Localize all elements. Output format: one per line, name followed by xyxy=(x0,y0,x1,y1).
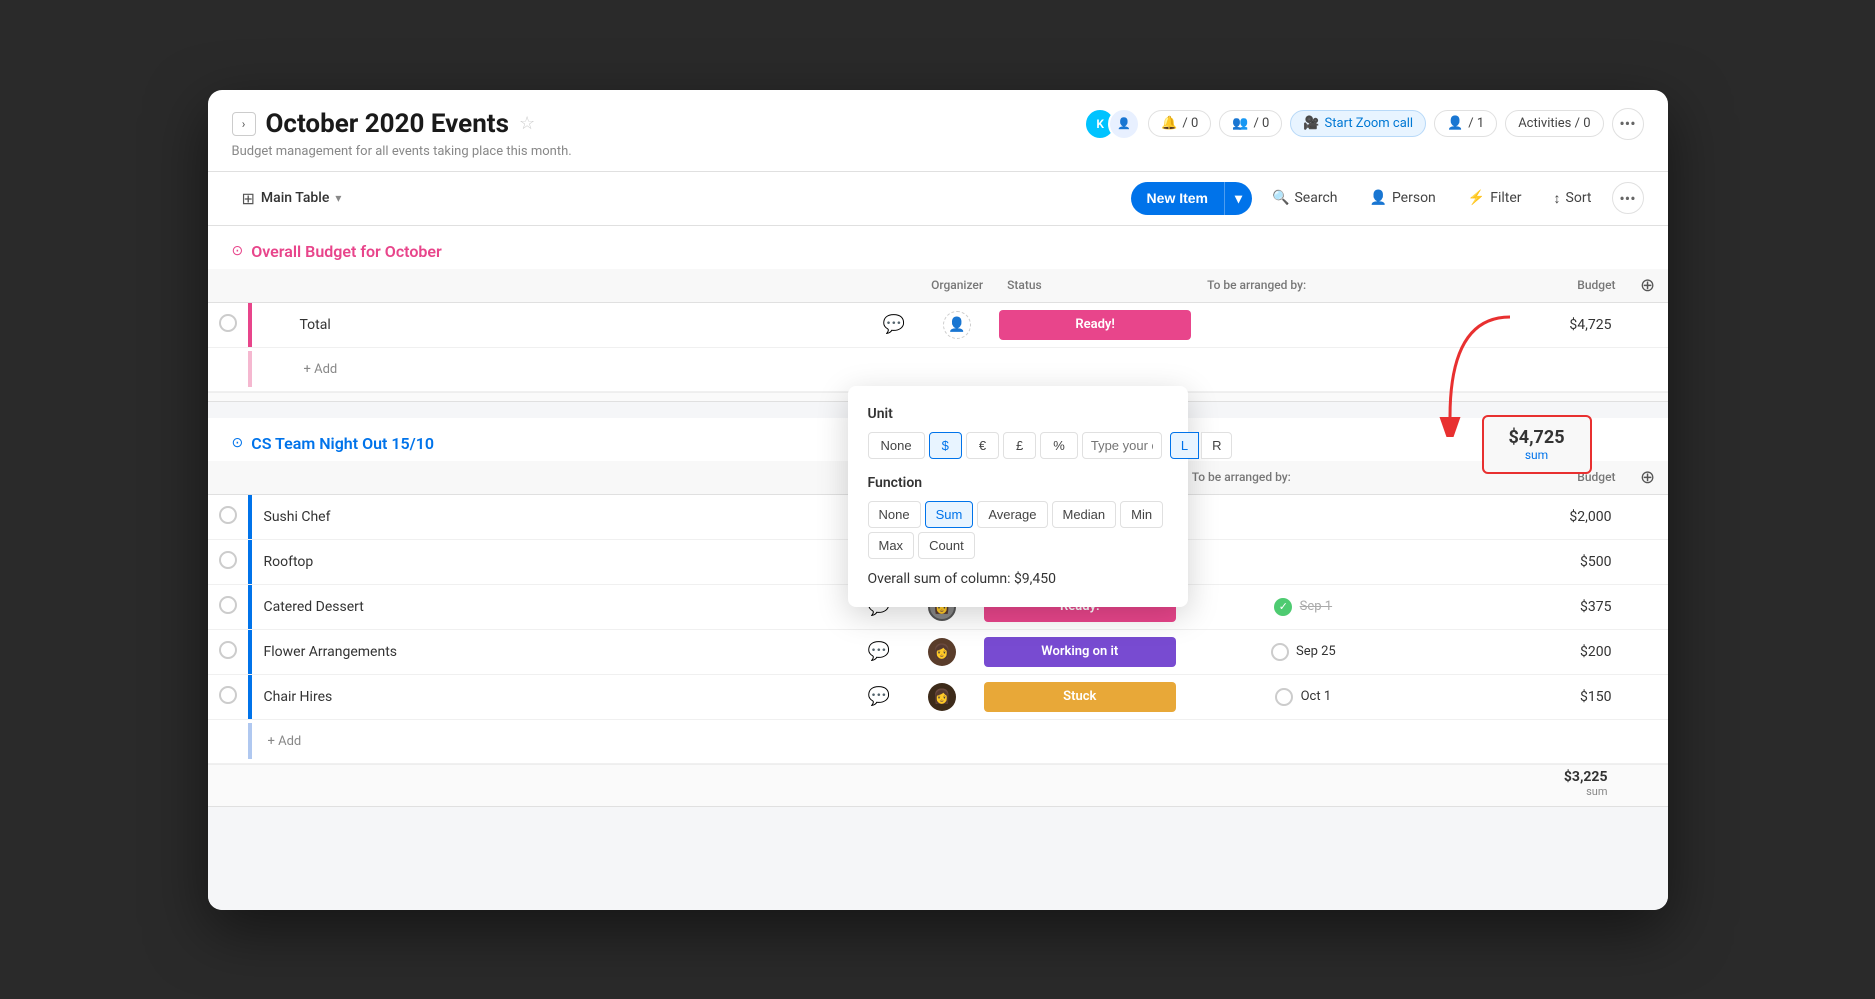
unit-dollar-btn[interactable]: $ xyxy=(929,432,962,459)
filter-icon: ⚡ xyxy=(1468,190,1485,206)
overall-sum-text: Overall sum of column: $9,450 xyxy=(868,571,1168,587)
more-dots-icon: ••• xyxy=(1619,114,1635,133)
function-title: Function xyxy=(868,475,1168,491)
person-filter-icon: 👤 xyxy=(1370,190,1387,206)
func-sum-btn[interactable]: Sum xyxy=(925,501,974,528)
unit-pound-btn[interactable]: £ xyxy=(1003,432,1036,459)
align-right-btn[interactable]: R xyxy=(1201,432,1232,459)
notifications-counter[interactable]: 🔔 / 0 xyxy=(1148,110,1211,137)
zoom-icon: 🎥 xyxy=(1303,116,1319,131)
filter-button[interactable]: ⚡ Filter xyxy=(1456,184,1534,212)
person-count-label: / 1 xyxy=(1468,116,1484,131)
users-count: / 0 xyxy=(1253,116,1269,131)
header-actions: K 👤 🔔 / 0 👥 / 0 🎥 Start Zoom call xyxy=(1084,108,1643,140)
page-title: October 2020 Events xyxy=(266,109,509,139)
new-item-chevron-icon[interactable]: ▾ xyxy=(1224,182,1252,215)
header-more-button[interactable]: ••• xyxy=(1612,108,1644,140)
users-icon: 👥 xyxy=(1232,116,1248,131)
bell-icon: 🔔 xyxy=(1161,116,1177,131)
popup-overlay: Unit None $ € £ % L R Function None Su xyxy=(208,226,1668,910)
unit-none-btn[interactable]: None xyxy=(868,432,925,459)
page-header: › October 2020 Events ☆ K 👤 🔔 / 0 👥 / 0 xyxy=(208,90,1668,172)
notifications-count: / 0 xyxy=(1182,116,1198,131)
chevron-down-icon: ▾ xyxy=(335,191,341,205)
align-left-btn[interactable]: L xyxy=(1170,432,1199,459)
toolbar: ⊞ Main Table ▾ New Item ▾ 🔍 Search 👤 Per… xyxy=(208,172,1668,226)
avatar-badge[interactable]: 👤 xyxy=(1108,108,1140,140)
person-filter-button[interactable]: 👤 Person xyxy=(1358,184,1448,212)
func-min-btn[interactable]: Min xyxy=(1120,501,1163,528)
unit-options: None $ € £ % L R xyxy=(868,432,1168,459)
toolbar-more-button[interactable]: ••• xyxy=(1612,182,1644,214)
unit-percent-btn[interactable]: % xyxy=(1040,432,1078,459)
users-counter[interactable]: 👥 / 0 xyxy=(1219,110,1282,137)
function-options: None Sum Average Median Min Max Count xyxy=(868,501,1168,559)
star-icon[interactable]: ☆ xyxy=(519,113,535,134)
unit-custom-input[interactable] xyxy=(1082,432,1162,459)
page-subtitle: Budget management for all events taking … xyxy=(232,144,1644,171)
sort-icon: ↕ xyxy=(1554,190,1561,207)
avatar-group: K 👤 xyxy=(1084,108,1140,140)
table-icon: ⊞ xyxy=(242,189,255,208)
person-filter-label: Person xyxy=(1392,190,1436,206)
new-item-button[interactable]: New Item ▾ xyxy=(1131,182,1253,215)
main-content: ⊙ Overall Budget for October Organizer S… xyxy=(208,226,1668,910)
zoom-call-button[interactable]: 🎥 Start Zoom call xyxy=(1290,110,1426,137)
func-median-btn[interactable]: Median xyxy=(1052,501,1117,528)
func-count-btn[interactable]: Count xyxy=(918,532,975,559)
search-icon: 🔍 xyxy=(1272,190,1289,206)
activities-button[interactable]: Activities / 0 xyxy=(1505,110,1603,137)
func-none-btn[interactable]: None xyxy=(868,501,921,528)
zoom-label: Start Zoom call xyxy=(1325,116,1414,131)
search-button[interactable]: 🔍 Search xyxy=(1260,184,1349,212)
activities-label: Activities / 0 xyxy=(1518,116,1590,131)
unit-title: Unit xyxy=(868,406,1168,422)
person-icon: 👤 xyxy=(1447,116,1463,131)
person-count[interactable]: 👤 / 1 xyxy=(1434,110,1497,137)
search-label: Search xyxy=(1294,190,1337,206)
sort-label: Sort xyxy=(1566,190,1592,206)
unit-euro-btn[interactable]: € xyxy=(966,432,999,459)
toolbar-more-icon: ••• xyxy=(1619,189,1635,208)
table-label: Main Table xyxy=(261,190,329,206)
table-selector[interactable]: ⊞ Main Table ▾ xyxy=(232,183,352,214)
func-average-btn[interactable]: Average xyxy=(977,501,1047,528)
column-settings-popup: Unit None $ € £ % L R Function None Su xyxy=(848,386,1188,607)
collapse-button[interactable]: › xyxy=(232,112,256,136)
sort-button[interactable]: ↕ Sort xyxy=(1542,184,1604,213)
filter-label: Filter xyxy=(1490,190,1521,206)
func-max-btn[interactable]: Max xyxy=(868,532,915,559)
new-item-label: New Item xyxy=(1131,182,1224,214)
